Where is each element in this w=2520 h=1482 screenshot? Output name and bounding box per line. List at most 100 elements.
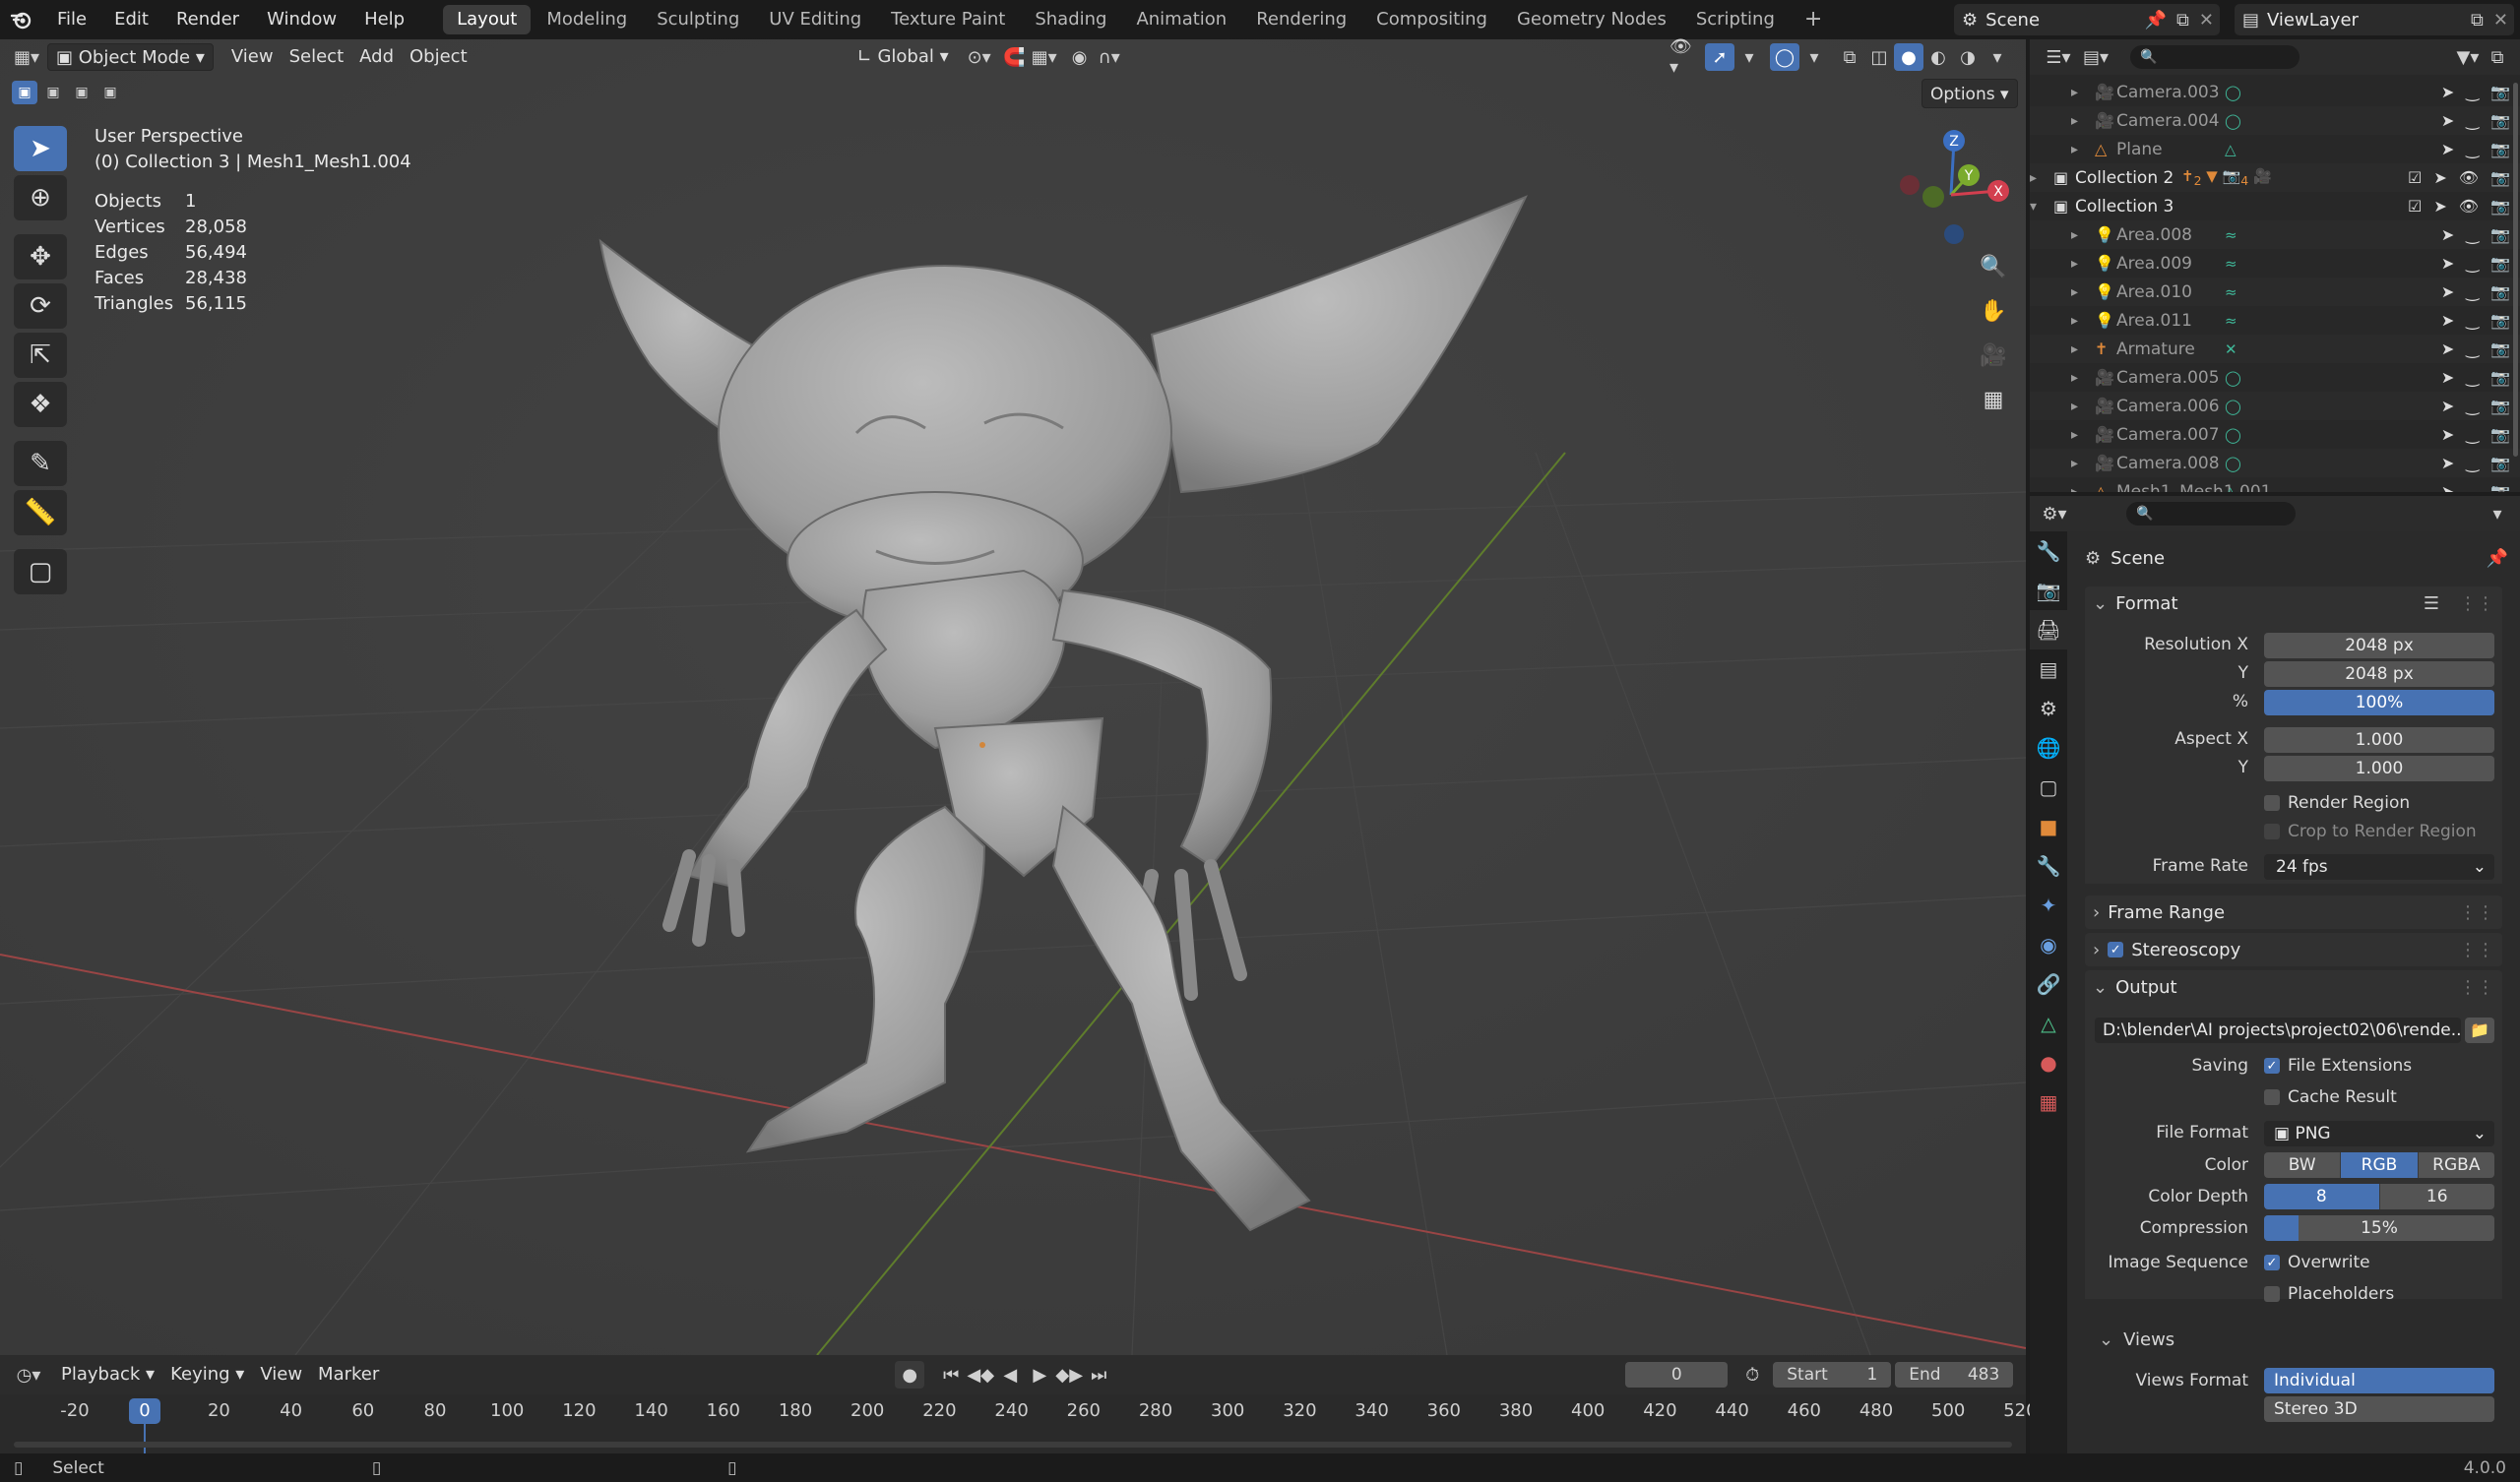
data-tab-icon[interactable]: △	[2030, 1004, 2067, 1043]
outliner-row[interactable]: ▸ 🎥 Camera.006 ◯ ➤ ‿ 📷	[2030, 392, 2520, 420]
xray-toggle-icon[interactable]: ⧉	[1835, 43, 1864, 71]
file-extensions-checkbox[interactable]: ✓ File Extensions	[2264, 1056, 2412, 1076]
next-keyframe-icon[interactable]: ◆▶	[1054, 1361, 1084, 1389]
camera-render-icon[interactable]: 📷	[2490, 454, 2510, 472]
camera-render-icon[interactable]: 📷	[2490, 397, 2510, 415]
snap-toggle-icon[interactable]: 🧲	[1000, 43, 1030, 71]
menu-window[interactable]: Window	[253, 0, 350, 39]
timeline-menu-keying[interactable]: Keying ▾	[162, 1361, 252, 1389]
perspective-toggle-icon[interactable]: ▦	[1973, 379, 2014, 420]
output-panel-header[interactable]: ⌄ Output ⋮⋮	[2085, 970, 2502, 1004]
expand-arrow-icon[interactable]: ▸	[2071, 484, 2078, 493]
view-layer-selector[interactable]: ▤ ViewLayer ⧉ ✕	[2235, 4, 2514, 35]
placeholders-checkbox[interactable]: Placeholders	[2264, 1284, 2394, 1304]
exclude-checkbox-icon[interactable]: ☑	[2408, 197, 2422, 216]
outliner-row[interactable]: ▸ 🎥 Camera.003 ◯ ➤ ‿ 📷	[2030, 78, 2520, 106]
camera-render-icon[interactable]: 📷	[2490, 425, 2510, 444]
frame-rate-dropdown[interactable]: 24 fps ⌄	[2264, 854, 2494, 880]
end-frame-field[interactable]: End 483	[1895, 1362, 2014, 1388]
camera-render-icon[interactable]: 📷	[2490, 140, 2510, 158]
eye-icon[interactable]: ‿	[2466, 425, 2479, 444]
select-arrow-icon[interactable]: ➤	[2441, 397, 2454, 415]
stereoscopy-checkbox[interactable]: ✓	[2108, 942, 2124, 957]
scene-selector[interactable]: ⚙ Scene 📌 ⧉ ✕	[1954, 4, 2220, 35]
filter-icon[interactable]: ▼▾	[2453, 43, 2483, 71]
options-dropdown[interactable]: Options ▾	[1922, 79, 2018, 108]
select-arrow-icon[interactable]: ➤	[2441, 454, 2454, 472]
camera-render-icon[interactable]: 📷	[2490, 368, 2510, 387]
outliner-row[interactable]: ▸ 🎥 Camera.004 ◯ ➤ ‿ 📷	[2030, 106, 2520, 135]
gizmo-toggle-icon[interactable]: ➚	[1705, 43, 1734, 71]
solid-shading-icon[interactable]: ●	[1894, 43, 1923, 71]
overlay-options-icon[interactable]: ▾	[1799, 43, 1829, 71]
expand-arrow-icon[interactable]: ▸	[2071, 256, 2078, 272]
stereoscopy-panel-header[interactable]: › ✓ Stereoscopy ⋮⋮	[2085, 933, 2502, 966]
blender-logo-icon[interactable]	[0, 0, 43, 39]
timeline-menu-marker[interactable]: Marker	[310, 1361, 387, 1389]
output-tab-icon[interactable]: 🖨	[2030, 610, 2067, 649]
modifier-tab-icon[interactable]: 🔧	[2030, 846, 2067, 886]
format-panel-header[interactable]: ⌄ Format ☰ ⋮⋮	[2085, 587, 2502, 620]
color-depth-16-button[interactable]: 16	[2379, 1184, 2494, 1209]
resolution-percent-field[interactable]: 100%	[2264, 690, 2494, 715]
select-arrow-icon[interactable]: ➤	[2433, 168, 2446, 187]
compression-slider[interactable]: 15%	[2264, 1215, 2494, 1241]
menu-file[interactable]: File	[43, 0, 100, 39]
record-icon[interactable]: ●	[895, 1361, 925, 1389]
properties-options-icon[interactable]: ▾	[2483, 500, 2512, 527]
resolution-x-field[interactable]: 2048 px	[2264, 633, 2494, 658]
measure-tool-icon[interactable]: 📏	[14, 490, 67, 535]
expand-arrow-icon[interactable]: ▸	[2071, 341, 2078, 357]
material-tab-icon[interactable]: ●	[2030, 1043, 2067, 1082]
overwrite-checkbox[interactable]: ✓ Overwrite	[2264, 1253, 2370, 1272]
folder-browse-icon[interactable]: 📁	[2465, 1018, 2494, 1043]
select-arrow-icon[interactable]: ➤	[2441, 425, 2454, 444]
rotate-tool-icon[interactable]: ⟳	[14, 283, 67, 329]
particles-tab-icon[interactable]: ✦	[2030, 886, 2067, 925]
outliner-row[interactable]: ▾ ▣ Collection 3 ☑ ➤ 👁 📷	[2030, 192, 2520, 220]
eye-icon[interactable]: ‿	[2466, 282, 2479, 301]
color-mode-segmented[interactable]: BW RGB RGBA	[2264, 1152, 2494, 1178]
expand-arrow-icon[interactable]: ▸	[2030, 170, 2037, 186]
outliner-scrollbar[interactable]	[2513, 83, 2518, 457]
camera-render-icon[interactable]: 📷	[2490, 225, 2510, 244]
camera-render-icon[interactable]: 📷	[2490, 282, 2510, 301]
delete-view-layer-icon[interactable]: ✕	[2488, 10, 2514, 31]
expand-arrow-icon[interactable]: ▸	[2071, 227, 2078, 243]
constraints-tab-icon[interactable]: 🔗	[2030, 964, 2067, 1004]
proportional-edit-icon[interactable]: ◉	[1065, 43, 1095, 71]
collection-tab-icon[interactable]: ▢	[2030, 768, 2067, 807]
eye-icon[interactable]: ‿	[2466, 83, 2479, 101]
workspace-tab-uv-editing[interactable]: UV Editing	[755, 5, 875, 34]
eye-icon[interactable]: ‿	[2466, 254, 2479, 273]
color-bw-button[interactable]: BW	[2264, 1152, 2342, 1178]
camera-render-icon[interactable]: 📷	[2490, 111, 2510, 130]
select-box-tool-icon[interactable]: ➤	[14, 126, 67, 171]
timeline-editor-type-icon[interactable]: ◷▾	[14, 1361, 43, 1389]
views-format-individual[interactable]: Individual	[2264, 1368, 2494, 1393]
workspace-tab-texture-paint[interactable]: Texture Paint	[877, 5, 1019, 34]
exclude-checkbox-icon[interactable]: ☑	[2408, 168, 2422, 187]
camera-render-icon[interactable]: 📷	[2490, 83, 2510, 101]
render-region-checkbox[interactable]: Render Region	[2264, 793, 2410, 813]
select-arrow-icon[interactable]: ➤	[2441, 311, 2454, 330]
select-arrow-icon[interactable]: ➤	[2441, 140, 2454, 158]
eye-icon[interactable]: ‿	[2466, 482, 2479, 492]
outliner-row[interactable]: ▸ ✝ Armature ✕ ➤ ‿ 📷	[2030, 335, 2520, 363]
workspace-tab-compositing[interactable]: Compositing	[1362, 5, 1501, 34]
world-tab-icon[interactable]: 🌐	[2030, 728, 2067, 768]
material-shading-icon[interactable]: ◐	[1923, 43, 1953, 71]
view-layer-tab-icon[interactable]: ▤	[2030, 649, 2067, 689]
eye-icon[interactable]: 👁	[2459, 197, 2479, 216]
tool-tab-icon[interactable]: 🔧	[2030, 531, 2067, 571]
new-scene-icon[interactable]: ⧉	[2173, 10, 2193, 31]
camera-render-icon[interactable]: 📷	[2490, 197, 2510, 216]
drag-handle-icon[interactable]: ⋮⋮	[2459, 940, 2494, 960]
start-frame-field[interactable]: Start 1	[1773, 1362, 1892, 1388]
mode-dropdown[interactable]: ▣ Object Mode ▾	[47, 43, 214, 71]
expand-arrow-icon[interactable]: ▸	[2071, 399, 2078, 414]
outliner-search-input[interactable]: 🔍	[2130, 45, 2300, 69]
color-depth-segmented[interactable]: 8 16	[2264, 1184, 2494, 1209]
eye-icon[interactable]: 👁	[2459, 168, 2479, 187]
pivot-point-icon[interactable]: ⊙▾	[965, 43, 994, 71]
